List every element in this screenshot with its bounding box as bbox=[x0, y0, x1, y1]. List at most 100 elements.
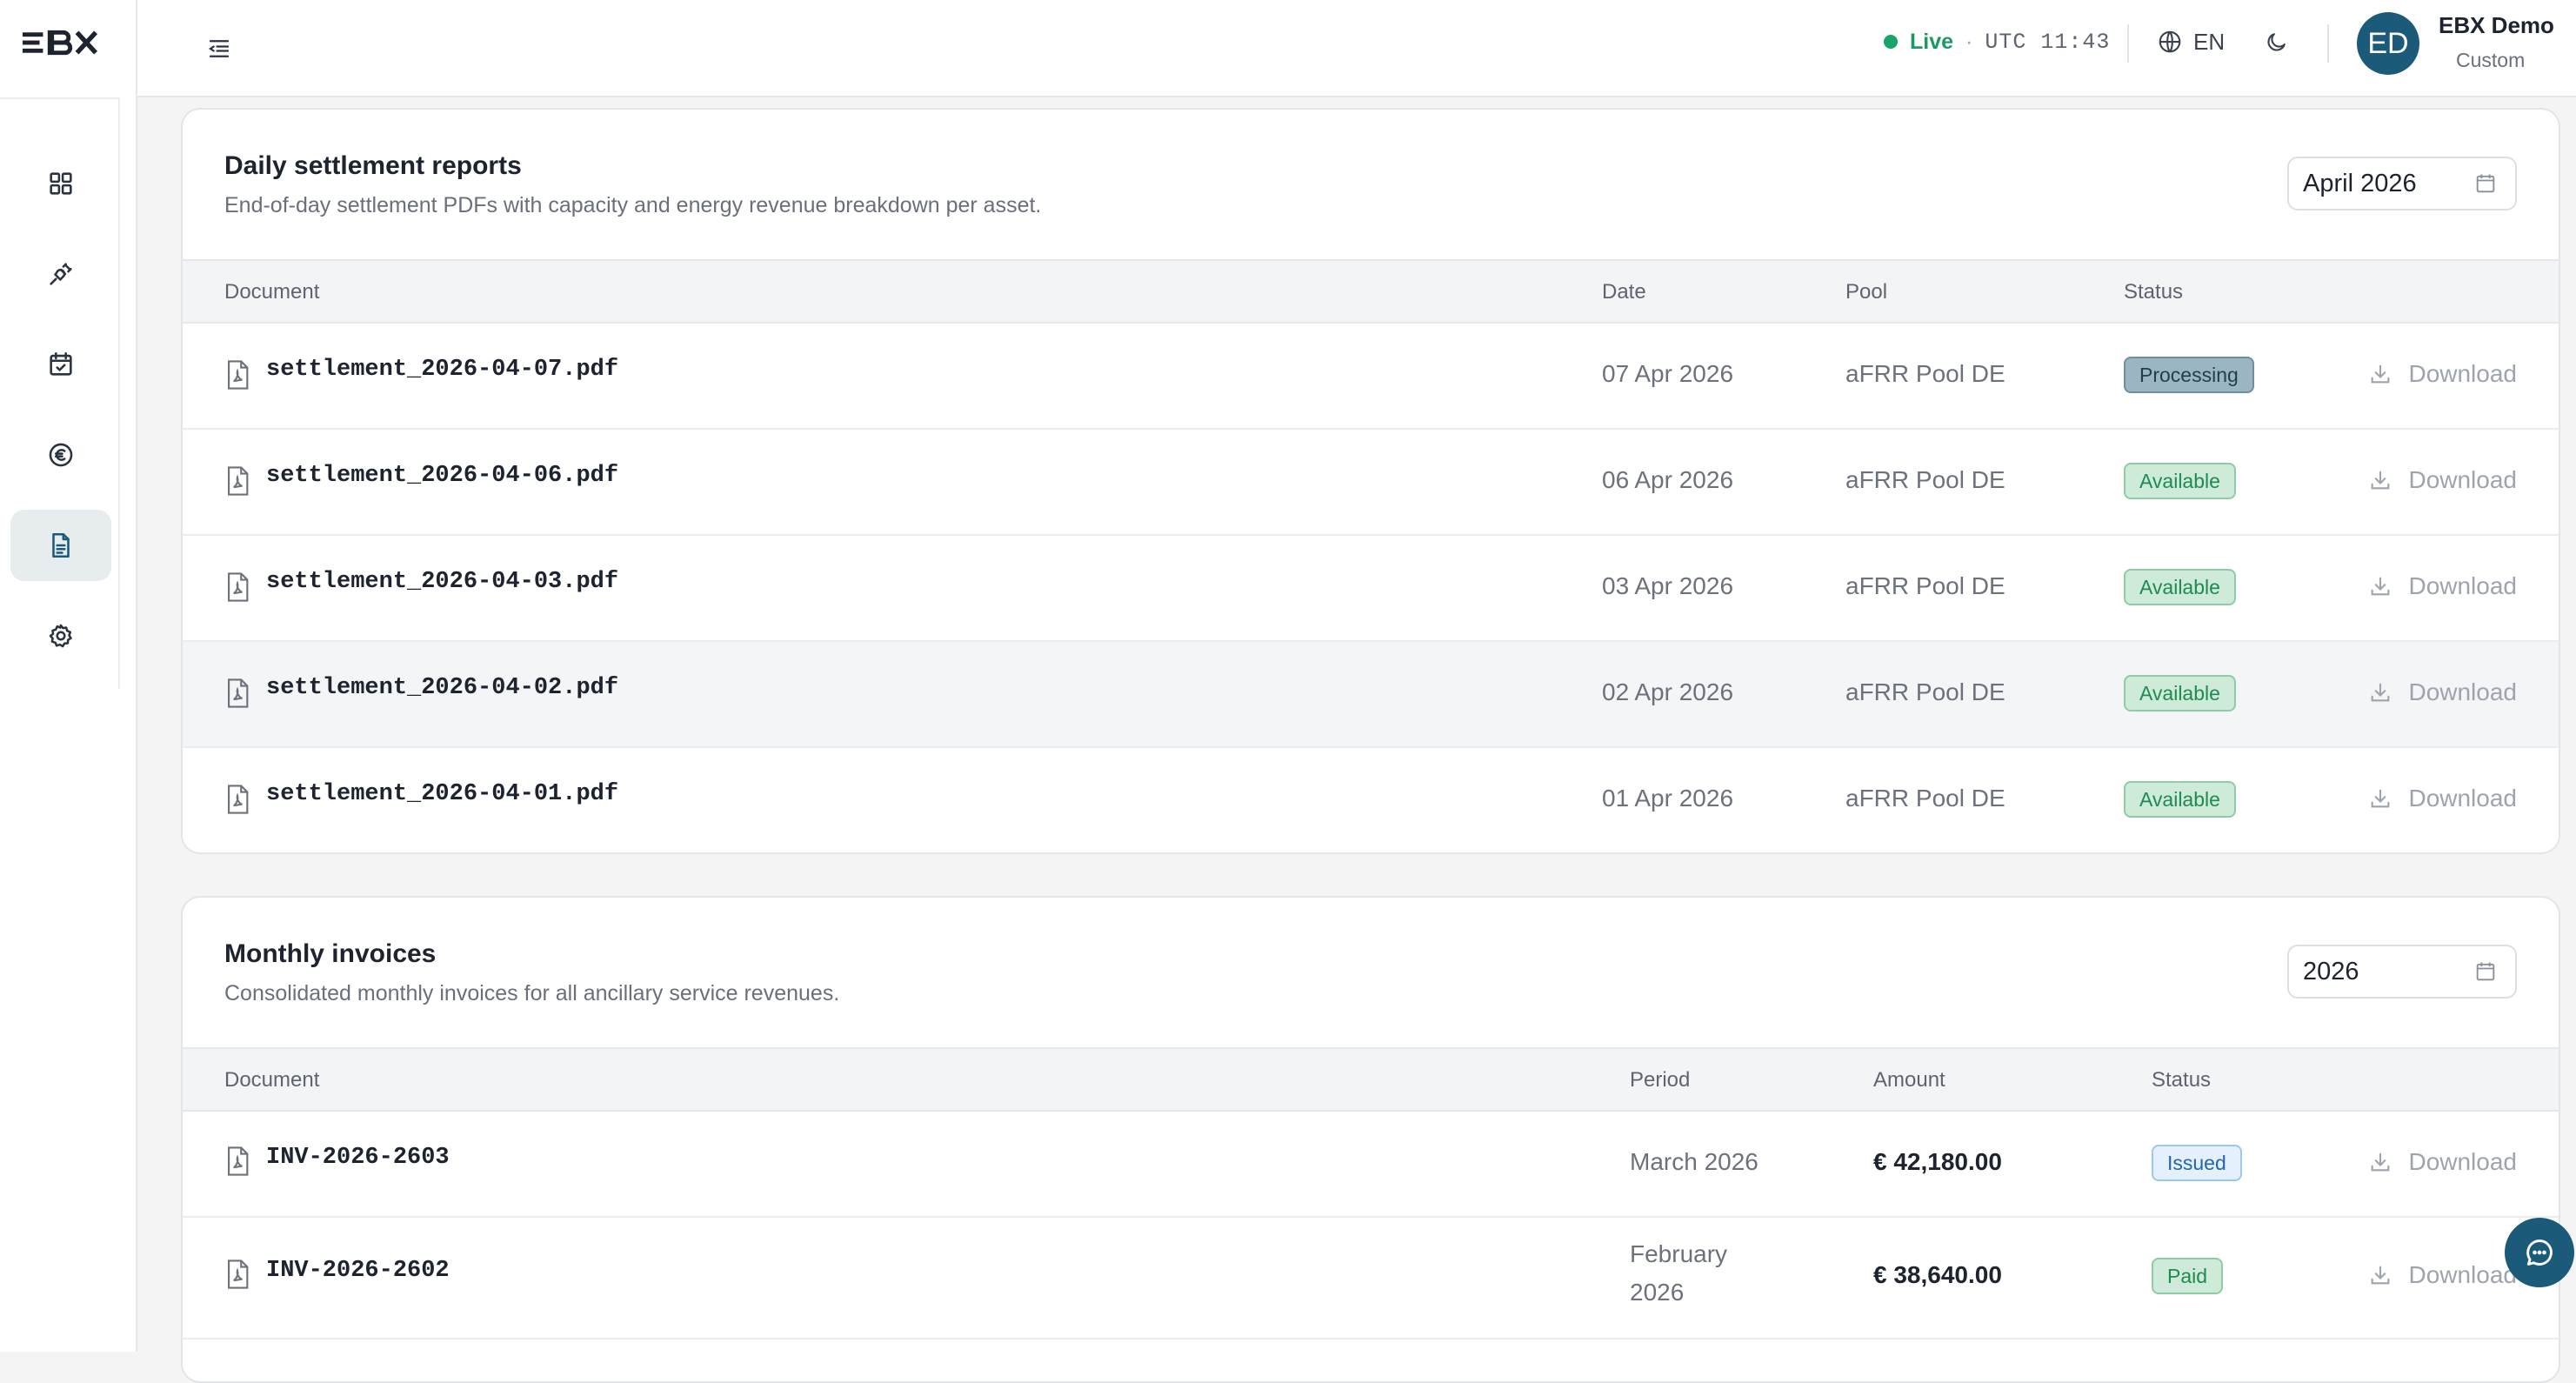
invoice-number[interactable]: INV-2026-2603 bbox=[266, 1145, 450, 1171]
nav-dashboard[interactable] bbox=[10, 148, 111, 219]
language-switcher[interactable]: EN bbox=[2157, 24, 2225, 59]
download-icon bbox=[2372, 683, 2390, 702]
globe-icon bbox=[2159, 30, 2181, 53]
file-name[interactable]: settlement_2026-04-01.pdf bbox=[266, 781, 618, 807]
table-row[interactable]: settlement_2026-04-02.pdf 02 Apr 2026 aF… bbox=[183, 642, 2559, 748]
year-picker[interactable]: 2026 bbox=[2287, 945, 2517, 999]
menu-collapse-icon bbox=[208, 40, 230, 57]
nav-revenue[interactable] bbox=[10, 419, 111, 491]
row-date: 02 Apr 2026 bbox=[1602, 678, 1734, 705]
download-icon bbox=[2372, 471, 2390, 490]
chat-button[interactable] bbox=[2505, 1218, 2574, 1287]
month-picker[interactable]: April 2026 bbox=[2287, 157, 2517, 210]
download-icon bbox=[2372, 789, 2390, 808]
theme-toggle-button[interactable] bbox=[2259, 24, 2294, 59]
nav-documents[interactable] bbox=[10, 510, 111, 581]
col-status: Status bbox=[2124, 280, 2184, 304]
logo-divider bbox=[0, 97, 120, 99]
download-label: Download bbox=[2408, 678, 2517, 705]
download-label: Download bbox=[2408, 1148, 2517, 1175]
euro-icon bbox=[49, 443, 73, 467]
live-status: Live · UTC 11:43 bbox=[1884, 26, 2110, 57]
download-button[interactable]: Download bbox=[2368, 1261, 2517, 1289]
file-name[interactable]: settlement_2026-04-02.pdf bbox=[266, 675, 618, 701]
download-label: Download bbox=[2408, 466, 2517, 493]
table-row[interactable]: settlement_2026-04-01.pdf 01 Apr 2026 aF… bbox=[183, 748, 2559, 852]
download-button[interactable]: Download bbox=[2368, 1148, 2517, 1176]
row-date: 01 Apr 2026 bbox=[1602, 785, 1734, 812]
download-icon bbox=[2372, 364, 2390, 384]
download-button[interactable]: Download bbox=[2368, 678, 2517, 706]
download-button[interactable]: Download bbox=[2368, 785, 2517, 812]
chat-bubble-icon bbox=[2526, 1239, 2553, 1266]
download-icon bbox=[2372, 1266, 2390, 1285]
table-row[interactable]: INV-2026-2603 March 2026 € 42,180.00 Iss… bbox=[183, 1112, 2559, 1218]
download-label: Download bbox=[2408, 1261, 2517, 1288]
card-title: Daily settlement reports bbox=[224, 151, 522, 180]
row-amount: € 38,640.00 bbox=[1873, 1261, 2002, 1288]
download-icon bbox=[2372, 577, 2390, 596]
moon-icon bbox=[2267, 33, 2286, 51]
topbar-divider bbox=[2127, 24, 2129, 63]
sidebar-toggle-button[interactable] bbox=[195, 24, 244, 73]
table-row[interactable]: INV-2026-2602 February 2026 € 38,640.00 … bbox=[183, 1218, 2559, 1340]
col-status: Status bbox=[2152, 1068, 2212, 1092]
avatar[interactable]: ED bbox=[2357, 12, 2419, 75]
download-label: Download bbox=[2408, 785, 2517, 812]
topbar-divider bbox=[2327, 24, 2329, 63]
col-document: Document bbox=[224, 1068, 320, 1092]
pdf-file-icon bbox=[228, 1259, 249, 1289]
pdf-file-icon bbox=[228, 678, 249, 708]
status-separator: · bbox=[1965, 29, 1973, 54]
status-badge: Processing bbox=[2124, 357, 2254, 393]
row-date: 07 Apr 2026 bbox=[1602, 360, 1734, 387]
nav-settings[interactable] bbox=[10, 600, 111, 671]
status-badge: Paid bbox=[2152, 1258, 2224, 1294]
language-label: EN bbox=[2193, 28, 2226, 55]
download-button[interactable]: Download bbox=[2368, 572, 2517, 600]
card-subtitle: End-of-day settlement PDFs with capacity… bbox=[224, 193, 1042, 217]
row-period-year: 2026 bbox=[1630, 1279, 1685, 1306]
table-row[interactable]: settlement_2026-04-07.pdf 07 Apr 2026 aF… bbox=[183, 324, 2559, 430]
month-picker-value: April 2026 bbox=[2303, 169, 2417, 197]
row-period: March 2026 bbox=[1630, 1148, 1758, 1175]
gear-icon bbox=[49, 624, 72, 648]
invoice-number[interactable]: INV-2026-2602 bbox=[266, 1258, 450, 1284]
nav-assets[interactable] bbox=[10, 238, 111, 310]
table-header: Document Date Pool Status bbox=[183, 259, 2559, 324]
pdf-file-icon bbox=[228, 785, 249, 814]
row-pool: aFRR Pool DE bbox=[1845, 678, 2005, 705]
row-pool: aFRR Pool DE bbox=[1845, 572, 2005, 599]
plug-icon bbox=[50, 263, 72, 285]
download-button[interactable]: Download bbox=[2368, 360, 2517, 388]
download-button[interactable]: Download bbox=[2368, 466, 2517, 494]
ebx-logo[interactable] bbox=[21, 24, 99, 61]
monthly-invoices-card: Monthly invoices Consolidated monthly in… bbox=[181, 896, 2560, 1383]
utc-clock: UTC 11:43 bbox=[1985, 29, 2111, 55]
ebx-logo-mark bbox=[22, 30, 98, 56]
table-row[interactable]: settlement_2026-04-06.pdf 06 Apr 2026 aF… bbox=[183, 430, 2559, 536]
download-label: Download bbox=[2408, 360, 2517, 387]
col-document: Document bbox=[224, 280, 320, 304]
row-period-month: February bbox=[1630, 1240, 1728, 1267]
download-label: Download bbox=[2408, 572, 2517, 599]
nav-rail-divider bbox=[118, 97, 120, 689]
sidebar bbox=[0, 0, 137, 1352]
card-subtitle: Consolidated monthly invoices for all an… bbox=[224, 981, 840, 1006]
grid-icon bbox=[50, 172, 72, 195]
file-name[interactable]: settlement_2026-04-07.pdf bbox=[266, 357, 618, 383]
pdf-file-icon bbox=[228, 466, 249, 496]
card-title: Monthly invoices bbox=[224, 939, 437, 968]
pdf-file-icon bbox=[228, 1146, 249, 1176]
file-name[interactable]: settlement_2026-04-06.pdf bbox=[266, 463, 618, 489]
row-date: 03 Apr 2026 bbox=[1602, 572, 1734, 599]
table-row[interactable]: settlement_2026-04-03.pdf 03 Apr 2026 aF… bbox=[183, 536, 2559, 642]
row-pool: aFRR Pool DE bbox=[1845, 785, 2005, 812]
status-badge: Issued bbox=[2152, 1145, 2242, 1181]
status-badge: Available bbox=[2124, 463, 2236, 499]
nav-bids[interactable] bbox=[10, 329, 111, 400]
document-icon bbox=[52, 532, 70, 558]
user-name: EBX Demo bbox=[2439, 12, 2554, 38]
file-name[interactable]: settlement_2026-04-03.pdf bbox=[266, 569, 618, 595]
row-amount: € 42,180.00 bbox=[1873, 1148, 2002, 1175]
